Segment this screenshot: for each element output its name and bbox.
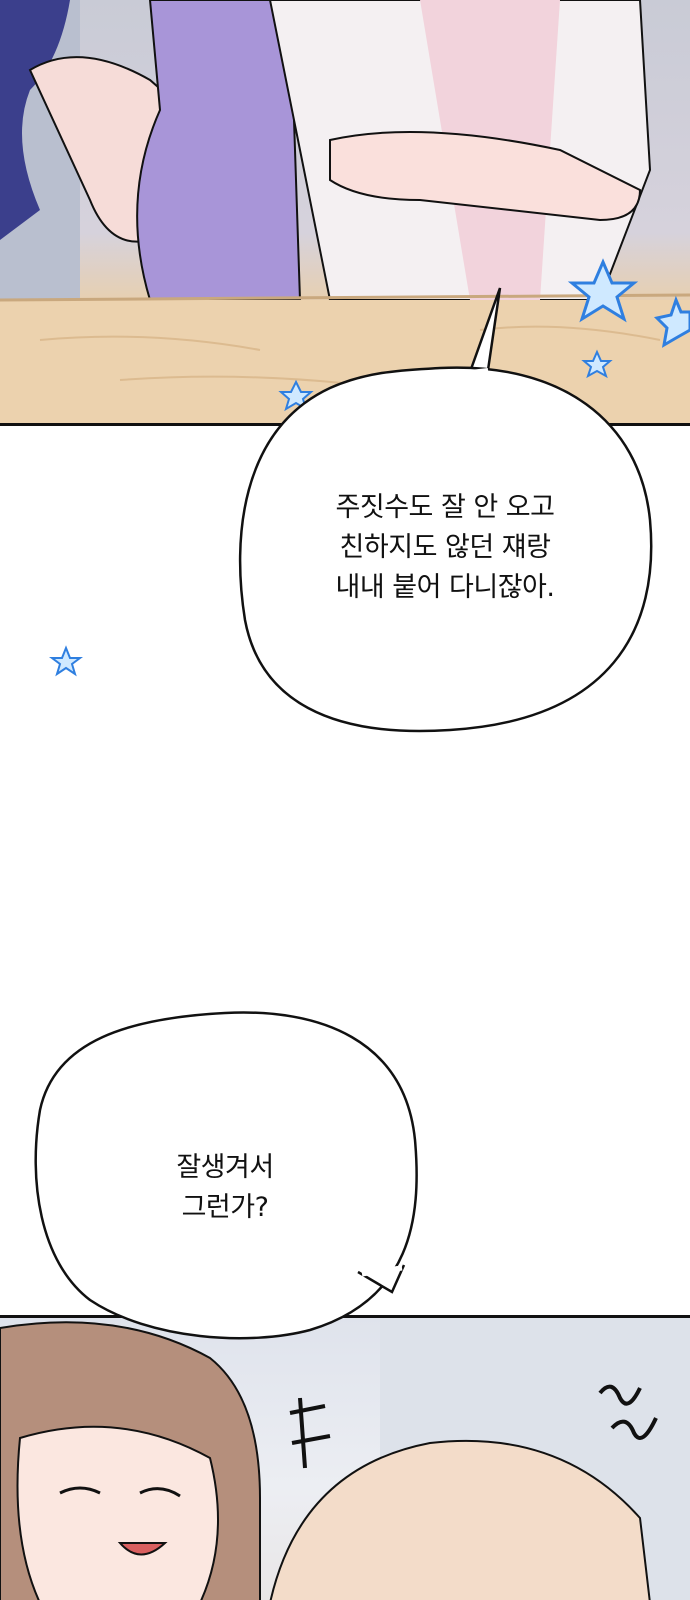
top-panel: [0, 0, 690, 426]
bottom-panel-art: [0, 1318, 690, 1600]
star-icon: [49, 645, 83, 677]
top-panel-art: [0, 0, 690, 423]
purple-shirt: [136, 0, 302, 301]
girl-face: [16, 1425, 219, 1600]
bubble-1-line-3: 내내 붙어 다니잖아.: [335, 572, 555, 603]
bubble-1-line-1: 주짓수도 잘 안 오고: [335, 492, 555, 523]
speech-bubble-1-text: 주짓수도 잘 안 오고 친하지도 않던 쟤랑 내내 붙어 다니잖아.: [280, 488, 610, 608]
bubble-1-line-2: 친하지도 않던 쟤랑: [339, 532, 551, 563]
irritation-mark: [289, 1397, 331, 1469]
bubble-2-line-1: 잘생겨서: [176, 1152, 274, 1183]
bubble-2-line-2: 그런가?: [181, 1192, 269, 1223]
speech-bubble-2-text: 잘생겨서 그런가?: [120, 1148, 330, 1228]
bottom-panel: [0, 1315, 690, 1600]
